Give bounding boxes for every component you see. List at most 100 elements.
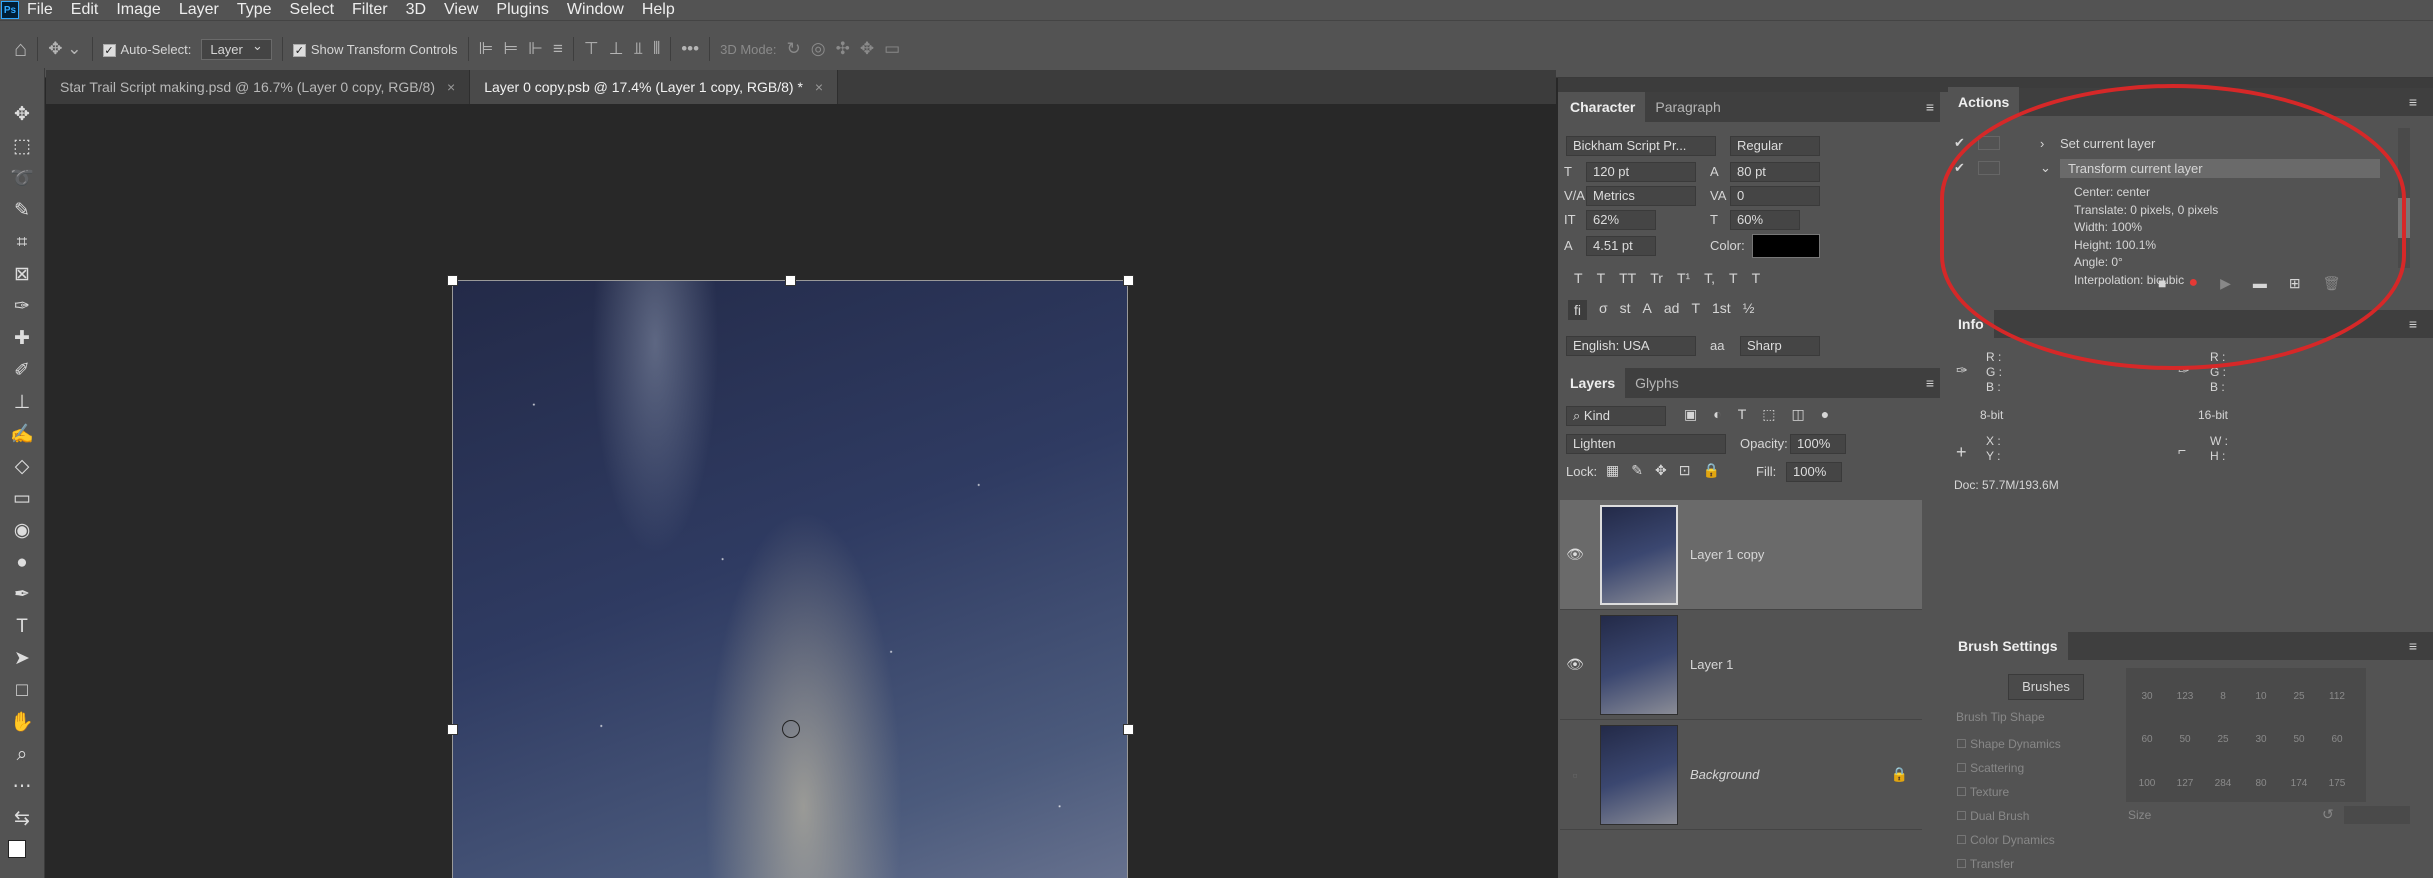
filter-toggle-icon[interactable]: ● [1821, 406, 1829, 423]
fill-field[interactable]: 100% [1786, 462, 1842, 482]
lock-artboard-icon[interactable]: ⊡ [1679, 462, 1691, 479]
layer-row[interactable]: 👁 Layer 1 copy [1560, 500, 1922, 610]
brushes-button[interactable]: Brushes [2008, 674, 2084, 700]
edit-toolbar-icon[interactable]: ⋯ [13, 776, 32, 797]
eyedropper-icon[interactable]: ✑ [1956, 362, 1968, 379]
blend-mode-dropdown[interactable]: Lighten [1566, 434, 1726, 454]
move-tool-icon[interactable]: ✥ [14, 104, 30, 125]
tracking-field[interactable]: 0 [1730, 186, 1820, 206]
faux-italic-button[interactable]: T [1597, 270, 1606, 286]
menu-3d[interactable]: 3D [406, 1, 426, 19]
align-middle-icon[interactable]: ⊥ [609, 39, 624, 59]
menu-view[interactable]: View [444, 1, 478, 19]
home-icon[interactable]: ⌂ [14, 36, 27, 62]
subscript-button[interactable]: T, [1704, 270, 1715, 286]
ligatures-button[interactable]: fi [1568, 300, 1587, 320]
transform-handle-left[interactable] [447, 724, 458, 735]
tab-brush-settings[interactable]: Brush Settings [1948, 631, 2068, 661]
color-swatches[interactable] [8, 840, 36, 867]
brush-option[interactable]: ☐ Shape Dynamics [1956, 732, 2061, 756]
gradient-tool-icon[interactable]: ▭ [13, 488, 31, 509]
brush-preset[interactable]: 25 [2206, 715, 2240, 745]
brush-tool-icon[interactable]: ✐ [14, 360, 30, 381]
language-dropdown[interactable]: English: USA [1566, 336, 1696, 356]
brush-preset[interactable]: 30 [2244, 715, 2278, 745]
panel-menu-icon[interactable]: ≡ [2409, 94, 2417, 110]
marquee-tool-icon[interactable]: ⬚ [13, 136, 31, 157]
panel-menu-icon[interactable]: ≡ [1926, 375, 1934, 391]
quick-select-tool-icon[interactable]: ✎ [14, 200, 30, 221]
brush-preset[interactable]: 8 [2206, 672, 2240, 702]
brush-option[interactable]: ☐ Color Dynamics [1956, 828, 2061, 852]
layer-name[interactable]: Layer 1 [1690, 657, 1733, 672]
menu-help[interactable]: Help [642, 1, 675, 19]
lock-all-icon[interactable]: 🔒 [1702, 462, 1719, 479]
show-transform-checkbox[interactable]: ✓ Show Transform Controls [292, 42, 458, 57]
alternate-ligatures-button[interactable]: σ [1599, 300, 1608, 320]
small-caps-button[interactable]: Tr [1650, 270, 1663, 286]
healing-brush-tool-icon[interactable]: ✚ [14, 328, 30, 349]
menu-edit[interactable]: Edit [71, 1, 99, 19]
font-size-field[interactable]: 120 pt [1586, 162, 1696, 182]
font-style-dropdown[interactable]: Regular [1730, 136, 1820, 156]
lock-image-icon[interactable]: ✎ [1631, 462, 1643, 479]
menu-layer[interactable]: Layer [179, 1, 219, 19]
titling-button[interactable]: T [1691, 300, 1700, 320]
brush-preset[interactable]: 123 [2168, 672, 2202, 702]
align-left-icon[interactable]: ⊫ [479, 39, 494, 59]
brush-option[interactable]: ☐ Scattering [1956, 756, 2061, 780]
layer-kind-filter[interactable]: ⌕ Kind [1566, 406, 1666, 426]
ordinal-button[interactable]: 1st [1712, 300, 1731, 320]
tab-actions[interactable]: Actions [1948, 87, 2020, 117]
all-caps-button[interactable]: TT [1619, 270, 1636, 286]
pen-tool-icon[interactable]: ✒ [14, 584, 30, 605]
menu-type[interactable]: Type [237, 1, 272, 19]
opacity-field[interactable]: 100% [1790, 434, 1846, 454]
3d-slide-icon[interactable]: ✥ [860, 39, 874, 59]
menu-file[interactable]: File [27, 1, 53, 19]
brush-preset[interactable]: 25 [2282, 672, 2316, 702]
menu-select[interactable]: Select [290, 1, 334, 19]
rectangle-tool-icon[interactable]: □ [16, 680, 27, 701]
brush-preset[interactable]: 80 [2244, 759, 2278, 789]
more-options-button[interactable]: ••• [681, 39, 699, 59]
transform-handle-right[interactable] [1123, 724, 1134, 735]
align-center-icon[interactable]: ⊨ [503, 39, 518, 59]
brush-preset[interactable]: 30 [2130, 672, 2164, 702]
eyedropper-tool-icon[interactable]: ✑ [14, 296, 30, 317]
hand-tool-icon[interactable]: ✋ [10, 712, 34, 733]
menu-plugins[interactable]: Plugins [496, 1, 548, 19]
adjustment-filter-icon[interactable]: ◐ [1713, 406, 1721, 423]
crop-tool-icon[interactable]: ⌗ [17, 232, 28, 253]
tab-character[interactable]: Character [1560, 92, 1646, 122]
brush-preset[interactable]: 112 [2320, 672, 2354, 702]
reference-point-icon[interactable] [782, 720, 800, 738]
visibility-eye-icon[interactable]: 👁 [1560, 656, 1590, 673]
fractions-button[interactable]: ½ [1743, 300, 1755, 320]
swap-colors-icon[interactable]: ⇆ [14, 808, 30, 829]
dodge-tool-icon[interactable]: ● [16, 552, 27, 573]
brush-option[interactable]: ☐ Dual Brush [1956, 804, 2061, 828]
menu-filter[interactable]: Filter [352, 1, 388, 19]
path-select-tool-icon[interactable]: ➤ [14, 648, 30, 669]
baseline-shift-field[interactable]: 4.51 pt [1586, 236, 1656, 256]
distribute-horizontal-icon[interactable]: ⫴ [653, 39, 660, 59]
brush-preset[interactable]: 50 [2168, 715, 2202, 745]
blur-tool-icon[interactable]: ◉ [14, 520, 31, 541]
foreground-color[interactable] [8, 840, 26, 858]
brush-preset[interactable]: 175 [2320, 759, 2354, 789]
brush-preset[interactable]: 50 [2282, 715, 2316, 745]
menu-image[interactable]: Image [116, 1, 160, 19]
brush-option[interactable]: ☐ Transfer [1956, 852, 2061, 876]
visibility-eye-icon[interactable]: 👁 [1560, 546, 1590, 563]
transform-handle-top-right[interactable] [1123, 275, 1134, 286]
brush-preset[interactable]: 60 [2320, 715, 2354, 745]
leading-field[interactable]: 80 pt [1730, 162, 1820, 182]
milky-way-image[interactable] [452, 280, 1128, 878]
3d-orbit-icon[interactable]: ↻ [786, 39, 800, 59]
vertical-scale-field[interactable]: 62% [1586, 210, 1656, 230]
type-filter-icon[interactable]: T [1738, 406, 1747, 423]
visibility-empty-box[interactable]: ▫ [1560, 767, 1590, 783]
stylistic-alternates-button[interactable]: st [1620, 300, 1631, 320]
3d-roll-icon[interactable]: ◎ [811, 39, 826, 59]
